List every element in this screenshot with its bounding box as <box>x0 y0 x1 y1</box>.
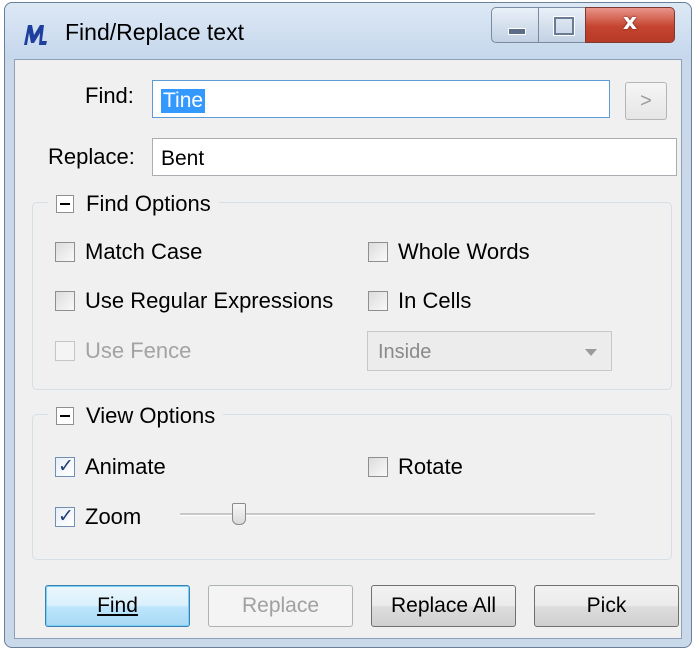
zoom-slider[interactable] <box>175 500 595 530</box>
find-input[interactable]: Tine <box>152 80 610 118</box>
close-icon: x <box>622 10 638 35</box>
title-bar[interactable]: Find/Replace text x <box>5 3 691 59</box>
checkbox-box[interactable] <box>55 291 75 311</box>
pick-button[interactable]: Pick <box>534 585 679 627</box>
find-input-value: Tine <box>161 89 206 113</box>
minimize-icon <box>508 28 526 35</box>
rotate-label: Rotate <box>398 454 463 479</box>
find-label: Find: <box>85 83 134 108</box>
replace-all-button[interactable]: Replace All <box>371 585 516 627</box>
in-cells-checkbox[interactable]: In Cells <box>368 288 471 314</box>
maximize-icon <box>554 17 574 35</box>
zoom-label: Zoom <box>85 504 142 529</box>
checkbox-box[interactable] <box>368 242 388 262</box>
regex-checkbox[interactable]: Use Regular Expressions <box>55 288 333 314</box>
replace-input-value: Bent <box>161 147 205 170</box>
view-options-group <box>32 414 672 560</box>
checkbox-box[interactable]: ✓ <box>55 455 75 477</box>
pick-button-label: Pick <box>586 594 627 617</box>
match-case-checkbox[interactable]: Match Case <box>55 239 202 265</box>
checkbox-box[interactable]: ✓ <box>55 505 75 527</box>
replace-input[interactable]: Bent <box>152 138 677 176</box>
window-title: Find/Replace text <box>65 19 244 45</box>
check-icon: ✓ <box>58 505 74 527</box>
fence-mode-value: Inside <box>378 341 432 363</box>
minimize-button[interactable] <box>491 7 539 43</box>
checkbox-box[interactable] <box>55 341 75 361</box>
replace-all-button-label: Replace All <box>390 594 497 617</box>
view-options-heading: View Options <box>86 403 216 428</box>
use-fence-label: Use Fence <box>85 338 192 363</box>
slider-thumb[interactable] <box>232 503 246 525</box>
dialog-body: Find: Tine > Replace: Bent Find Options … <box>14 59 682 639</box>
zoom-checkbox[interactable]: ✓ Zoom <box>55 504 141 530</box>
in-cells-label: In Cells <box>398 288 472 313</box>
rotate-checkbox[interactable]: Rotate <box>368 454 463 480</box>
find-replace-window: Find/Replace text x Find: Tine > Replace… <box>4 2 692 648</box>
find-button[interactable]: Find <box>45 585 190 627</box>
find-options-header[interactable]: Find Options <box>48 190 219 218</box>
check-icon: ✓ <box>58 455 74 477</box>
view-options-header[interactable]: View Options <box>48 402 224 430</box>
collapse-icon[interactable] <box>56 407 74 425</box>
replace-button-label: Replace <box>241 594 320 617</box>
checkbox-box[interactable] <box>368 291 388 311</box>
replace-button[interactable]: Replace <box>208 585 353 627</box>
animate-label: Animate <box>85 454 166 479</box>
find-button-label: Find <box>97 594 138 617</box>
whole-words-label: Whole Words <box>398 239 530 264</box>
match-case-label: Match Case <box>85 239 203 264</box>
checkbox-box[interactable] <box>368 457 388 477</box>
app-icon <box>24 25 47 45</box>
fence-mode-select[interactable]: Inside <box>367 331 612 371</box>
checkbox-box[interactable] <box>55 242 75 262</box>
use-fence-checkbox[interactable]: Use Fence <box>55 338 191 364</box>
find-next-button[interactable]: > <box>625 82 667 120</box>
close-button[interactable]: x <box>585 7 675 43</box>
replace-label: Replace: <box>48 144 135 169</box>
regex-label: Use Regular Expressions <box>85 288 334 313</box>
chevron-down-icon <box>585 349 597 356</box>
animate-checkbox[interactable]: ✓ Animate <box>55 454 166 480</box>
maximize-button[interactable] <box>538 7 586 43</box>
whole-words-checkbox[interactable]: Whole Words <box>368 239 530 265</box>
collapse-icon[interactable] <box>56 195 74 213</box>
find-options-heading: Find Options <box>86 191 211 216</box>
